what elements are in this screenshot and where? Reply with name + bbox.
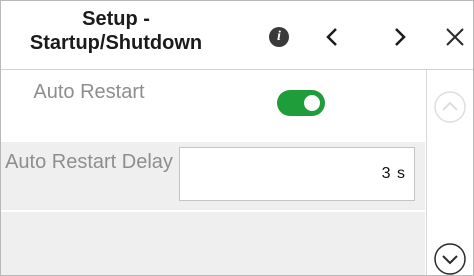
scroll-up-button[interactable] <box>433 90 467 124</box>
chevron-down-circle-icon <box>434 243 466 275</box>
close-button[interactable] <box>437 19 473 55</box>
scroll-panel <box>426 70 473 275</box>
scroll-down-button[interactable] <box>433 242 467 275</box>
setting-row-auto-restart: Auto Restart <box>1 70 425 140</box>
auto-restart-label: Auto Restart <box>33 81 145 103</box>
chevron-right-icon <box>395 28 406 46</box>
page-title: Setup - Startup/Shutdown <box>29 8 203 54</box>
auto-restart-toggle[interactable] <box>277 90 325 116</box>
next-button[interactable] <box>381 19 417 55</box>
info-icon[interactable]: i <box>269 27 289 47</box>
settings-dialog: Setup - Startup/Shutdown i Auto Restart … <box>0 0 474 276</box>
dialog-header: Setup - Startup/Shutdown i <box>1 1 473 70</box>
close-icon <box>446 28 464 46</box>
auto-restart-delay-field[interactable]: 3 s <box>179 147 415 201</box>
chevron-up-circle-icon <box>434 91 466 123</box>
empty-row <box>1 212 425 275</box>
toggle-knob <box>304 95 320 111</box>
chevron-left-icon <box>326 28 337 46</box>
previous-button[interactable] <box>315 19 351 55</box>
auto-restart-delay-label: Auto Restart Delay <box>5 151 173 173</box>
setting-row-auto-restart-delay: Auto Restart Delay 3 s <box>1 142 425 210</box>
